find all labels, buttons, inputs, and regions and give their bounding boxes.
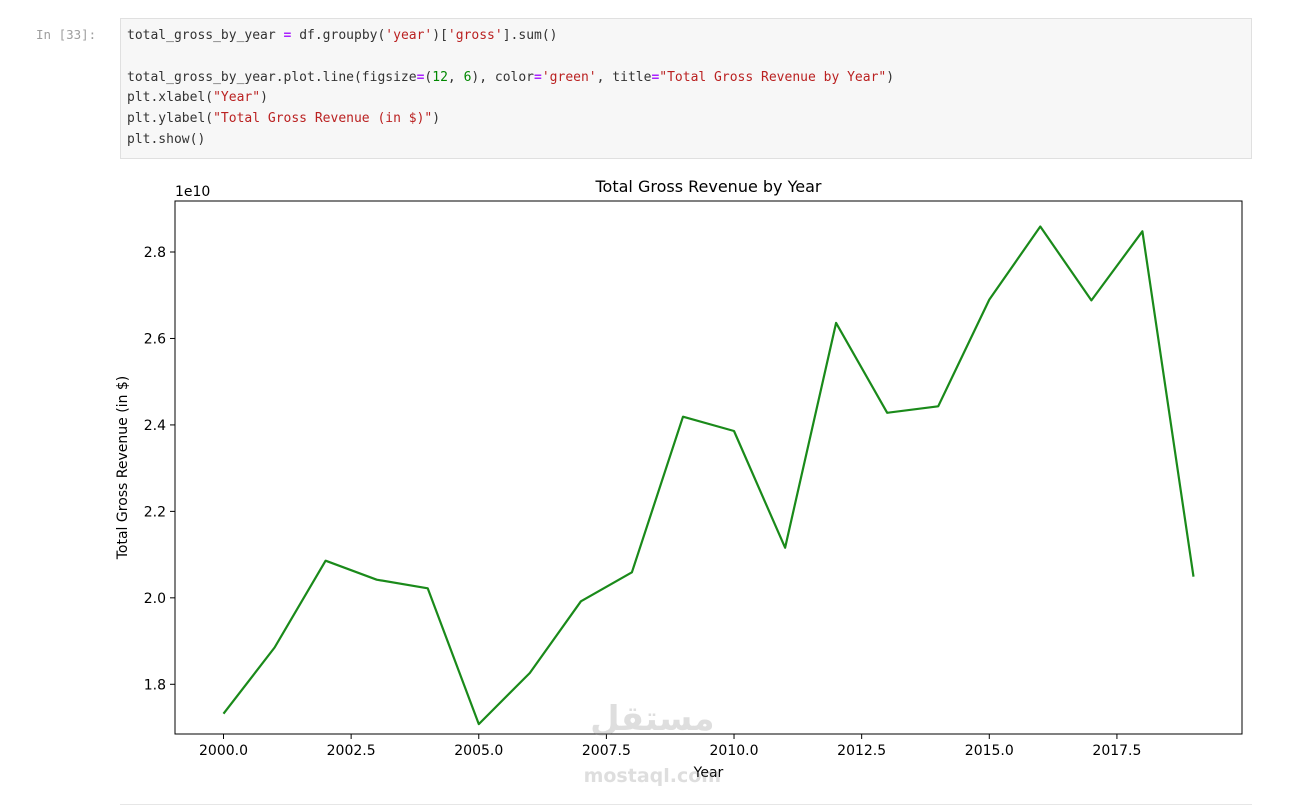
y-tick-label: 2.8 bbox=[144, 245, 166, 261]
x-tick-label: 2007.5 bbox=[582, 743, 631, 759]
plot-frame bbox=[174, 200, 1243, 735]
code-token: df.groupby( bbox=[291, 28, 386, 43]
code-token: )[ bbox=[432, 28, 448, 43]
code-token: ) bbox=[432, 111, 441, 127]
code-token: , bbox=[447, 69, 464, 85]
line-chart: 2000.0 2002.5 2005.0 2007.5 2010.0 2012.5 2015… bbox=[115, 177, 1243, 787]
x-tick-label: 2017.5 bbox=[1092, 743, 1141, 759]
code-cell[interactable]: total_gross_by_year = df.groupby('year')… bbox=[120, 18, 1252, 159]
code-token: 'green' bbox=[541, 69, 597, 85]
watermark-arabic: مستقل bbox=[590, 699, 714, 739]
code-line: total_gross_by_year = df.groupby('year')… bbox=[127, 26, 894, 47]
y-axis-label: Total Gross Revenue (in $) bbox=[115, 376, 131, 561]
plot-output: 2000.0 2002.5 2005.0 2007.5 2010.0 2012.5 2015… bbox=[110, 166, 1260, 787]
x-tick-label: 2000.0 bbox=[199, 743, 248, 759]
y-tick-label: 1.8 bbox=[144, 677, 166, 693]
code-token: 'gross' bbox=[447, 28, 503, 43]
notebook-page: In [33]: total_gross_by_year = df.groupb… bbox=[0, 0, 1302, 810]
y-tick-label: 2.0 bbox=[144, 591, 166, 607]
chart-title: Total Gross Revenue by Year bbox=[595, 177, 822, 196]
code-token: 12 bbox=[432, 69, 448, 85]
x-tick-label: 2010.0 bbox=[710, 743, 759, 759]
axes-box bbox=[174, 200, 1243, 735]
cell-prompt: In [33]: bbox=[36, 27, 97, 42]
code-token: 'year' bbox=[385, 28, 433, 43]
code-token: ].sum() bbox=[502, 28, 558, 43]
y-axis-ticks: 1.8 2.0 2.2 2.4 2.6 2.8 bbox=[144, 245, 175, 693]
code-token: = bbox=[534, 69, 542, 85]
code-line: plt.xlabel("Year") bbox=[127, 88, 894, 109]
y-tick-label: 2.6 bbox=[144, 331, 166, 347]
code-line: plt.show() bbox=[127, 130, 894, 151]
y-tick-label: 2.2 bbox=[144, 504, 166, 520]
code-token: plt.xlabel( bbox=[127, 90, 214, 106]
code-line: total_gross_by_year.plot.line(figsize=(1… bbox=[127, 68, 894, 89]
code-token: ) bbox=[260, 90, 268, 106]
code-line: plt.ylabel("Total Gross Revenue (in $)") bbox=[127, 109, 894, 130]
x-tick-label: 2012.5 bbox=[837, 743, 886, 759]
x-tick-label: 2002.5 bbox=[327, 743, 376, 759]
code-token: "Total Gross Revenue by Year" bbox=[659, 69, 887, 85]
code-token: total_gross_by_year bbox=[127, 28, 284, 43]
code-token: plt.show() bbox=[127, 131, 206, 147]
cell-divider bbox=[120, 804, 1252, 805]
code-token: plt.ylabel( bbox=[127, 111, 214, 127]
code-token: , title bbox=[596, 69, 652, 85]
x-tick-label: 2005.0 bbox=[454, 743, 503, 759]
code-token: "Total Gross Revenue (in $)" bbox=[213, 111, 433, 127]
watermark-text: mostaql.com bbox=[584, 765, 722, 786]
code-editor[interactable]: total_gross_by_year = df.groupby('year')… bbox=[127, 26, 894, 151]
x-tick-label: 2015.0 bbox=[965, 743, 1014, 759]
code-token: "Year" bbox=[213, 90, 261, 106]
code-token: ) bbox=[886, 69, 895, 85]
code-token: total_gross_by_year.plot.line(figsize bbox=[127, 69, 417, 85]
y-axis-offset-text: 1e10 bbox=[175, 184, 210, 200]
code-token: ), color bbox=[471, 69, 535, 85]
y-tick-label: 2.4 bbox=[144, 418, 166, 434]
